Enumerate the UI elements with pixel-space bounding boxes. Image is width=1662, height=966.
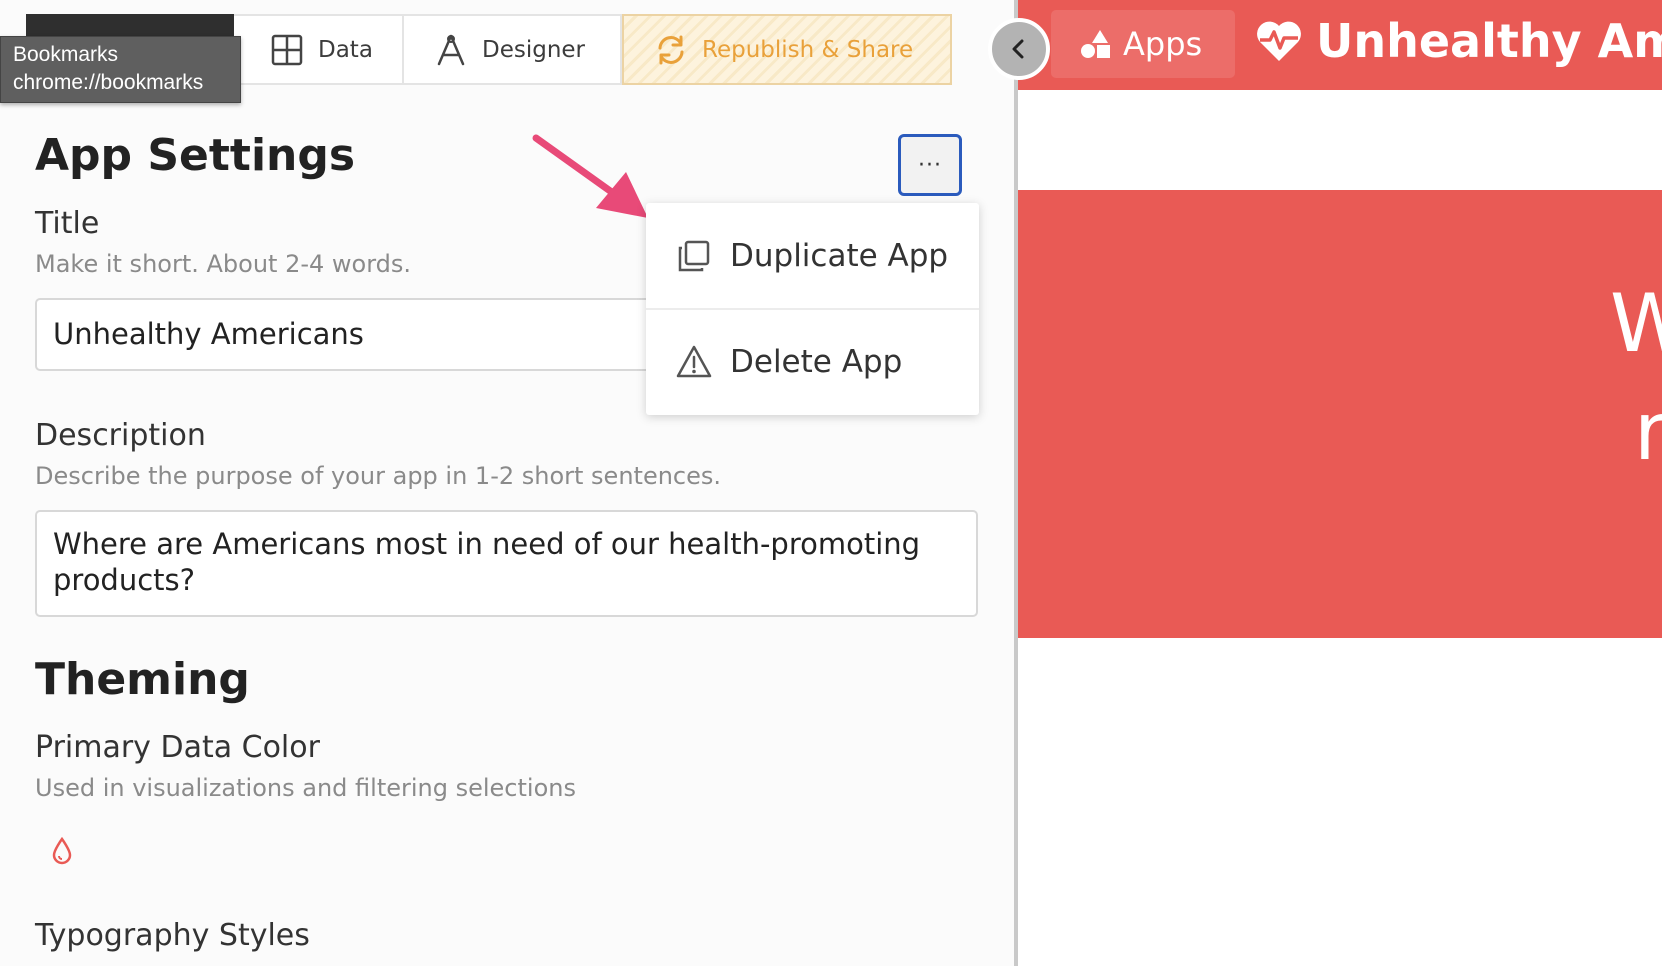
settings-panel: Data Designer Republish & Share App Sett… [0,0,1014,966]
ellipsis-icon: ··· [918,152,942,178]
shapes-icon [1081,30,1110,58]
duplicate-app-label: Duplicate App [730,237,949,274]
apps-button[interactable]: Apps [1051,10,1235,78]
bookmarks-tooltip: Bookmarks chrome://bookmarks [0,36,241,103]
description-input[interactable]: Where are Americans most in need of our … [35,510,978,617]
tab-data[interactable]: Data [234,14,404,85]
preview-hero-banner: W r [1018,190,1662,638]
preview-app-title-text: Unhealthy Ame [1316,14,1662,68]
tooltip-url: chrome://bookmarks [13,71,204,94]
title-label: Title [35,206,100,241]
designer-icon [437,34,465,65]
primary-color-help: Used in visualizations and filtering sel… [35,774,576,802]
app-preview: Apps Unhealthy Ame W r [1018,0,1662,966]
refresh-icon [658,35,684,64]
preview-app-title: Unhealthy Ame [1254,14,1662,68]
heartbeat-icon [1257,21,1301,62]
delete-app-menu-item[interactable]: Delete App [646,308,979,413]
theming-heading: Theming [35,654,250,705]
description-label: Description [35,418,206,453]
warning-icon [676,345,712,377]
app-settings-heading: App Settings [35,130,356,181]
typography-styles-label: Typography Styles [35,918,310,953]
tab-designer[interactable]: Designer [404,14,622,85]
more-options-button[interactable]: ··· [898,134,962,196]
table-icon [271,34,303,65]
app-options-menu: Duplicate App Delete App [646,203,979,415]
collapse-preview-button[interactable] [988,18,1050,80]
apps-label: Apps [1123,25,1203,63]
hero-text-line2: r [1634,385,1662,478]
tab-designer-label: Designer [482,36,586,63]
preview-header: Apps Unhealthy Ame [1018,0,1662,90]
pointer-arrow-annotation [532,134,648,218]
delete-app-label: Delete App [730,343,903,380]
color-drop-icon[interactable] [50,836,74,866]
tab-republish-share[interactable]: Republish & Share [622,14,952,85]
hero-text-line1: W [1610,277,1662,370]
tab-data-label: Data [318,36,373,63]
description-help: Describe the purpose of your app in 1-2 … [35,462,722,490]
hero-text: W r [1610,270,1662,486]
duplicate-icon [678,240,710,271]
chevron-left-icon [1012,39,1024,59]
tab-republish-label: Republish & Share [702,36,914,63]
tooltip-title: Bookmarks [13,43,119,66]
primary-color-label: Primary Data Color [35,730,320,765]
title-help: Make it short. About 2-4 words. [35,250,412,278]
duplicate-app-menu-item[interactable]: Duplicate App [646,203,979,308]
